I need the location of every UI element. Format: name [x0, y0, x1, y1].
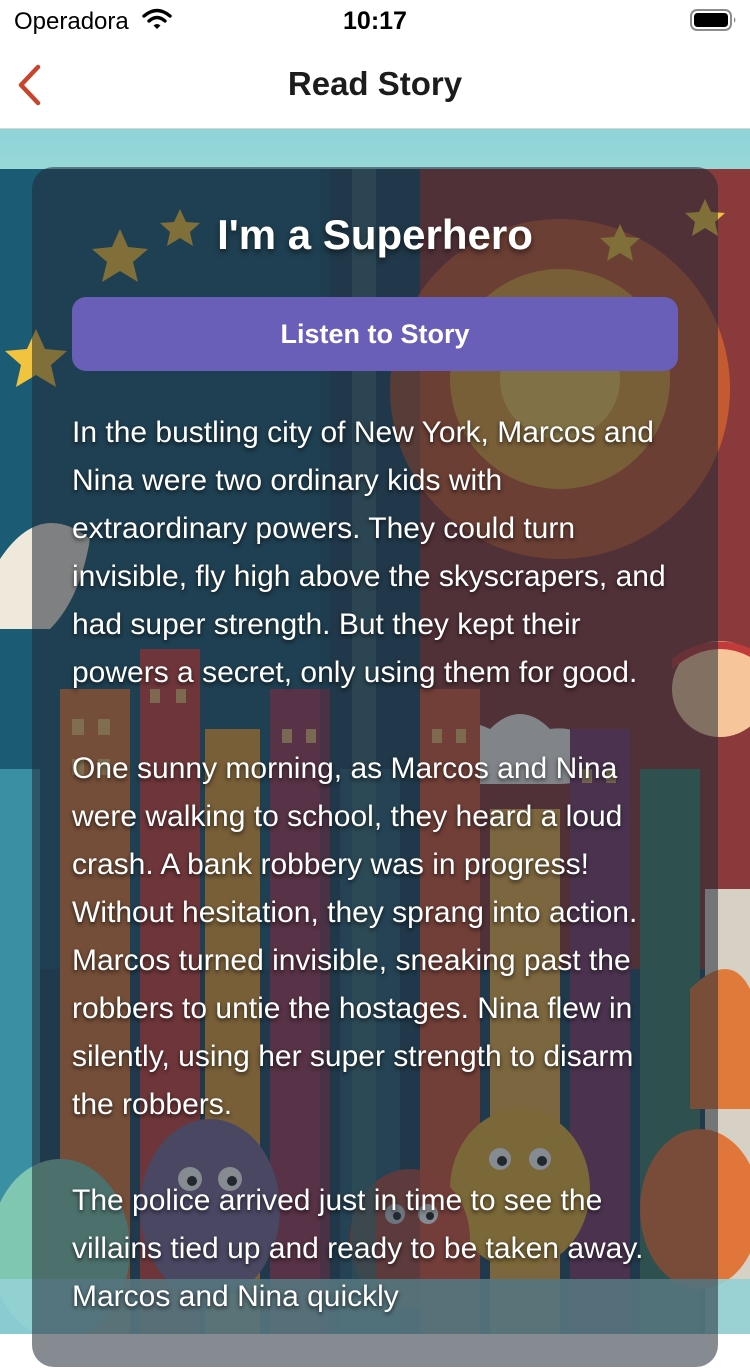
story-paragraph: In the bustling city of New York, Marcos… [72, 416, 666, 689]
navigation-bar: Read Story [0, 40, 750, 129]
story-paragraph: The police arrived just in time to see t… [72, 1184, 644, 1313]
story-text: In the bustling city of New York, Marcos… [72, 409, 682, 1369]
status-time: 10:17 [343, 7, 407, 35]
story-paragraph: One sunny morning, as Marcos and Nina we… [72, 752, 638, 1121]
story-title: I'm a Superhero [217, 211, 533, 258]
listen-to-story-button[interactable]: Listen to Story [72, 297, 678, 371]
status-bar: Operadora 10:17 [0, 0, 750, 40]
page-title: Read Story [287, 65, 463, 102]
battery-icon [690, 9, 738, 36]
story-card: I'm a Superhero Listen to Story In the b… [32, 167, 718, 1367]
